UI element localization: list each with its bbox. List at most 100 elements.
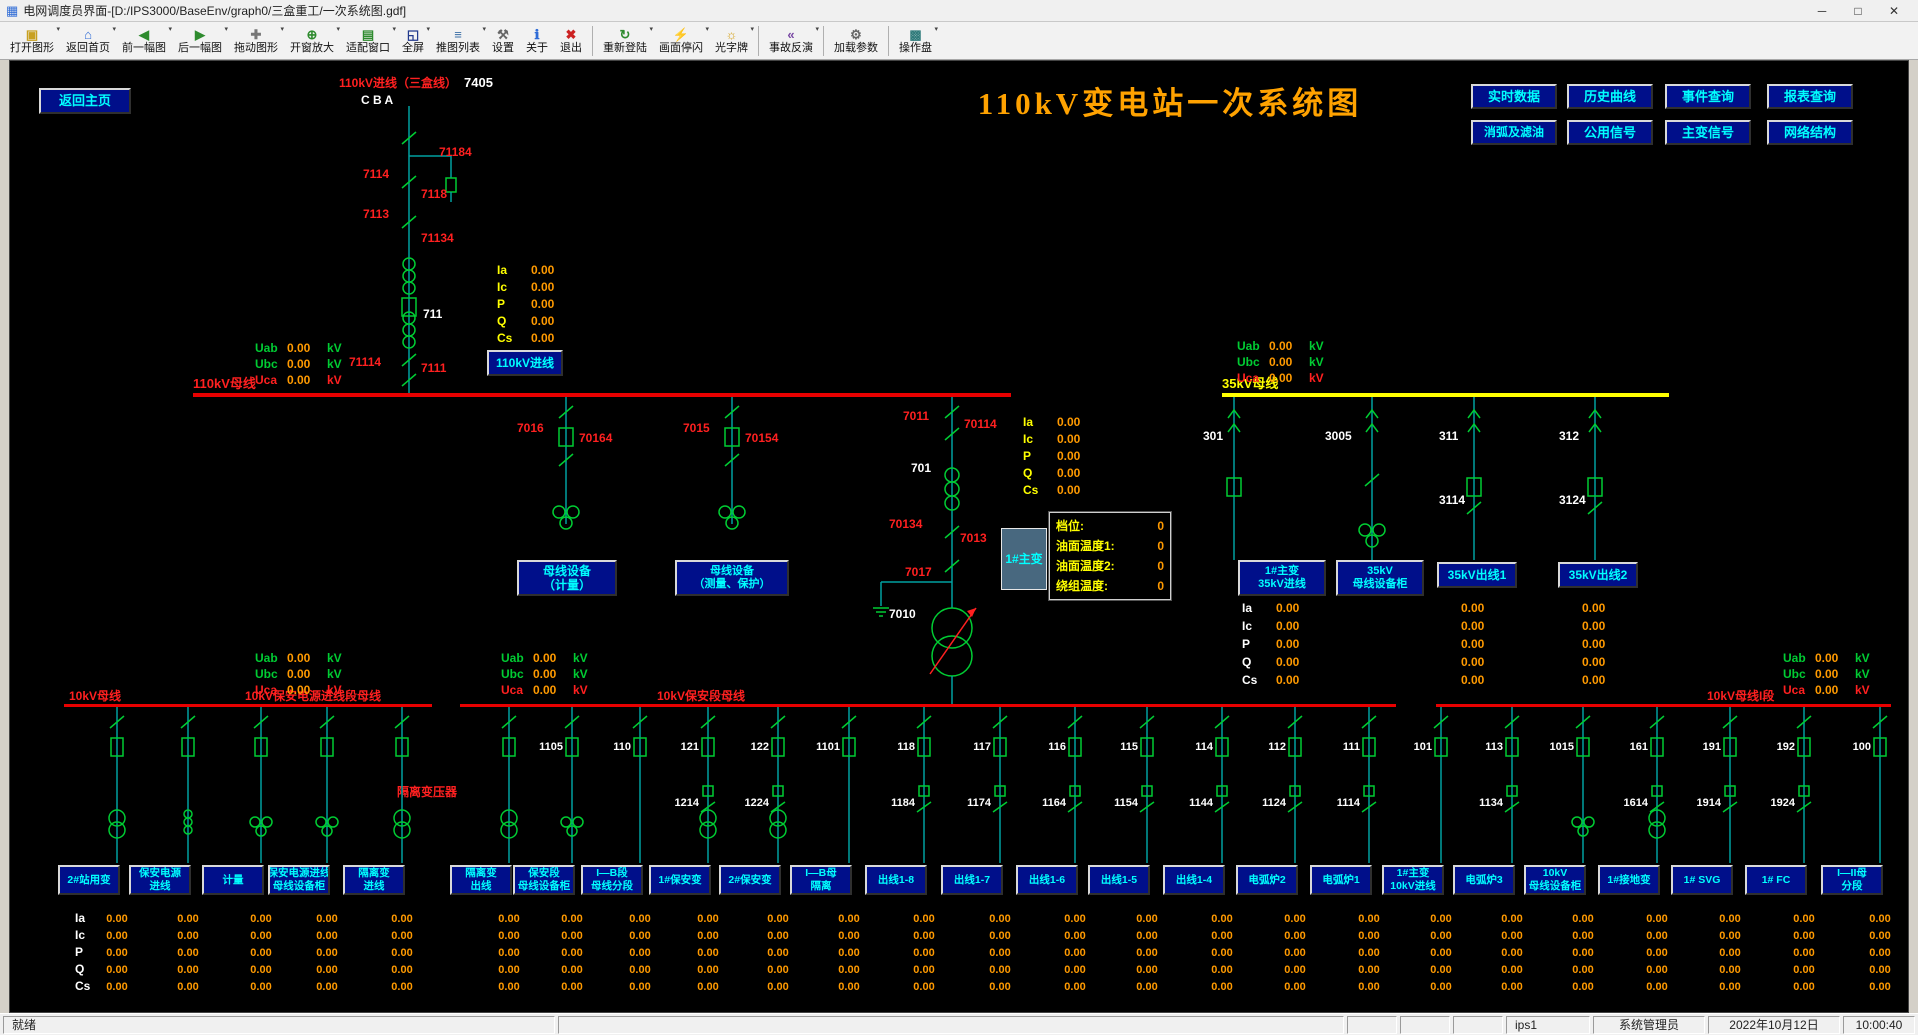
fullscreen-icon: ◱ [407,27,419,42]
history-curve-button[interactable]: 历史曲线 [1567,84,1653,109]
toolbar-button-next-graph[interactable]: ▶后一幅图▾ [172,23,228,59]
toolbar-button-load-params[interactable]: ⚙加载参数 [828,23,884,59]
feeder-security-power-incoming-button[interactable]: 保安电源进线 [129,865,191,895]
diagram-canvas: 110kV进线（三盒线）7405C B A7118471147118711371… [9,60,1909,1013]
feeder-grounding-transformer-1-button[interactable]: 1#接地变 [1598,865,1660,895]
bus-device-metering-button[interactable]: 母线设备（计量） [517,560,617,596]
feeder-arc-furnace-2-button[interactable]: 电弧炉2 [1236,865,1298,895]
toolbar-button-label: 光字牌 [715,42,748,55]
feeder-isolation-transformer-incoming-button[interactable]: 隔离变进线 [343,865,405,895]
toolbar-button-push-list[interactable]: ≡推图列表▾ [430,23,486,59]
network-structure-button[interactable]: 网络结构 [1767,120,1853,145]
operation-panel-icon: ▩ [909,27,921,42]
app-window: ▦ 电网调度员界面-[D:/IPS3000/BaseEnv/graph0/三盒重… [0,0,1918,1035]
35kv-outline-1-button[interactable]: 35kV出线1 [1437,562,1517,588]
feeder-outline-1-6-button[interactable]: 出线1-6 [1016,865,1078,895]
status-host: ips1 [1506,1016,1590,1034]
dropdown-arrow-icon[interactable]: ▾ [750,25,754,33]
toolbar-button-zoom-window[interactable]: ⊕开窗放大▾ [284,23,340,59]
light-board-icon: ☼ [726,27,738,42]
toolbar-button-operation-panel[interactable]: ▩操作盘▾ [893,23,938,59]
temp-panel-row: 档位:0 [1056,517,1164,535]
load-params-icon: ⚙ [850,27,862,42]
maximize-button[interactable]: □ [1840,1,1876,21]
fit-window-icon: ▤ [362,27,374,42]
toolbar-button-label: 事故反演 [769,42,813,55]
toolbar-button-label: 拖动图形 [234,42,278,55]
toolbar-button-label: 前一幅图 [122,42,166,55]
transformer-temp-panel: 档位:0油面温度1:0油面温度2:0绕组温度:0 [1049,512,1171,600]
toolbar-button-label: 关于 [526,42,548,55]
exit-icon: ✖ [566,27,577,42]
35kv-outline-2-button[interactable]: 35kV出线2 [1558,562,1638,588]
window-controls: ─ □ ✕ [1804,1,1912,21]
toolbar-separator [758,26,759,56]
toolbar-button-label: 设置 [492,42,514,55]
feeder-10kv-bus-cabinet-button[interactable]: 10kV母线设备柜 [1524,865,1586,895]
feeder-outline-1-5-button[interactable]: 出线1-5 [1088,865,1150,895]
toolbar-button-settings[interactable]: ⚒设置 [486,23,520,59]
report-query-button[interactable]: 报表查询 [1767,84,1853,109]
next-graph-icon: ▶ [195,27,205,42]
toolbar-button-relogin[interactable]: ↻重新登陆▾ [597,23,653,59]
event-query-button[interactable]: 事件查询 [1665,84,1751,109]
feeder-metering-button[interactable]: 计量 [202,865,264,895]
toolbar-button-stop-flash[interactable]: ⚡画面停闪▾ [653,23,709,59]
feeder-arc-furnace-1-button[interactable]: 电弧炉1 [1310,865,1372,895]
feeder-ib-bus-isolation-button[interactable]: I—B母隔离 [790,865,852,895]
feeder-isolation-transformer-outgoing-button[interactable]: 隔离变出线 [450,865,512,895]
feeder-station-transformer-2-button[interactable]: 2#站用变 [58,865,120,895]
toolbar-button-exit[interactable]: ✖退出 [554,23,588,59]
feeder-security-transformer-2-button[interactable]: 2#保安变 [719,865,781,895]
feeder-outline-1-8-button[interactable]: 出线1-8 [865,865,927,895]
prev-graph-icon: ◀ [139,27,149,42]
status-bar: 就绪 ips1 系统管理员 2022年10月12日 10:00:40 [0,1013,1918,1035]
arc-suppression-oil-filter-button[interactable]: 消弧及滤油 [1471,120,1557,145]
toolbar-button-home-page[interactable]: ⌂返回首页▾ [60,23,116,59]
common-signal-button[interactable]: 公用信号 [1567,120,1653,145]
toolbar-button-about[interactable]: ℹ关于 [520,23,554,59]
35kv-bus-cabinet-button[interactable]: 35kV母线设备柜 [1336,560,1424,596]
feeder-svg-1-button[interactable]: 1# SVG [1671,865,1733,895]
feeder-i-ii-bus-section-button[interactable]: I—II母分段 [1821,865,1883,895]
dropdown-arrow-icon[interactable]: ▾ [815,25,819,33]
temp-panel-row: 油面温度2:0 [1056,557,1164,575]
toolbar-button-label: 加载参数 [834,42,878,55]
feeder-ib-bus-section-button[interactable]: I—B段母线分段 [581,865,643,895]
toolbar-button-label: 打开图形 [10,42,54,55]
feeder-security-transformer-1-button[interactable]: 1#保安变 [649,865,711,895]
main-transformer-signal-button[interactable]: 主变信号 [1665,120,1751,145]
window-title: 电网调度员界面-[D:/IPS3000/BaseEnv/graph0/三盒重工/… [23,2,406,19]
toolbar-button-fit-window[interactable]: ▤适配窗口▾ [340,23,396,59]
feeder-fc-1-button[interactable]: 1# FC [1745,865,1807,895]
status-empty-2 [1400,1016,1450,1034]
bus-device-measure-protect-button[interactable]: 母线设备（测量、保护） [675,560,789,596]
feeder-outline-1-4-button[interactable]: 出线1-4 [1163,865,1225,895]
minimize-button[interactable]: ─ [1804,1,1840,21]
home-button[interactable]: 返回主页 [39,88,131,114]
toolbar-button-label: 画面停闪 [659,42,703,55]
status-date: 2022年10月12日 [1708,1016,1840,1034]
main-transformer-1-button[interactable]: 1#主变 [1001,528,1047,590]
toolbar-button-light-board[interactable]: ☼光字牌 ▾ [709,23,754,59]
toolbar-button-fullscreen[interactable]: ◱全屏▾ [396,23,430,59]
incoming-110kv-button[interactable]: 110kV进线 [487,350,563,376]
status-time: 10:00:40 [1843,1016,1915,1034]
feeder-security-bus-cabinet-button[interactable]: 保安段母线设备柜 [513,865,575,895]
close-button[interactable]: ✕ [1876,1,1912,21]
feeder-arc-furnace-3-button[interactable]: 电弧炉3 [1453,865,1515,895]
accident-replay-icon: « [787,27,794,42]
feeder-main-transformer-10kv-incoming-button[interactable]: 1#主变10kV进线 [1382,865,1444,895]
dropdown-arrow-icon[interactable]: ▾ [934,25,938,33]
main-transformer-35kv-incoming-button[interactable]: 1#主变35kV进线 [1238,560,1326,596]
toolbar-button-drag-graphic[interactable]: ✚拖动图形▾ [228,23,284,59]
toolbar-button-accident-replay[interactable]: «事故反演 ▾ [763,23,819,59]
toolbar-button-open-graphic[interactable]: ▣打开图形▾ [4,23,60,59]
app-icon: ▦ [6,3,18,19]
toolbar: ▣打开图形▾⌂返回首页▾◀前一幅图▾▶后一幅图▾✚拖动图形▾⊕开窗放大▾▤适配窗… [0,22,1918,60]
toolbar-button-prev-graph[interactable]: ◀前一幅图▾ [116,23,172,59]
realtime-data-button[interactable]: 实时数据 [1471,84,1557,109]
temp-panel-row: 绕组温度:0 [1056,577,1164,595]
feeder-outline-1-7-button[interactable]: 出线1-7 [941,865,1003,895]
feeder-security-incoming-bus-cabinet-button[interactable]: 保安电源进线母线设备柜 [268,865,330,895]
